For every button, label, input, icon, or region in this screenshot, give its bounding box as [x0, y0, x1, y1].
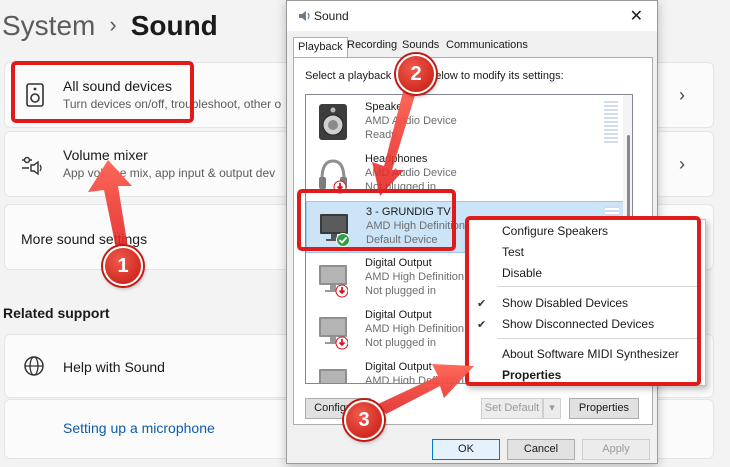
mixer-icon [22, 156, 42, 176]
speaker-icon [319, 104, 347, 140]
device-name: Speakers [365, 101, 412, 113]
setting-up-microphone-link[interactable]: Setting up a microphone [63, 420, 215, 436]
tab-playback[interactable]: Playback [293, 37, 348, 58]
device-name: Digital Output [365, 257, 432, 269]
monitor-icon [319, 265, 348, 298]
device-description: AMD High Definition Au [365, 375, 480, 384]
highlight-context-menu [465, 216, 701, 386]
close-icon[interactable]: ✕ [630, 6, 643, 26]
device-status: Ready [365, 129, 397, 141]
device-status: Not plugged in [365, 337, 436, 349]
annotation-badge-2: 2 [396, 54, 436, 94]
cancel-button[interactable]: Cancel [507, 439, 575, 460]
card-title: More sound settings [21, 231, 148, 247]
device-description: AMD High Definition Au [365, 323, 480, 335]
volume-meter [604, 101, 618, 145]
breadcrumb-current: Sound [130, 10, 218, 41]
device-name: Digital Output [365, 361, 432, 373]
set-default-button[interactable]: Set Default [481, 398, 543, 419]
sound-app-icon [299, 11, 310, 21]
properties-button[interactable]: Properties [569, 398, 639, 419]
annotation-badge-3: 3 [344, 400, 384, 440]
device-description: AMD Audio Device [365, 115, 457, 127]
tab-communications[interactable]: Communications [446, 39, 528, 51]
page-title: System › Sound [2, 10, 218, 42]
chevron-right-icon: › [679, 85, 685, 105]
dialog-titlebar[interactable]: Sound ✕ [287, 1, 657, 31]
monitor-icon [319, 317, 348, 350]
apply-button[interactable]: Apply [582, 439, 650, 460]
breadcrumb-separator: › [109, 12, 117, 37]
device-name: Headphones [365, 153, 428, 165]
tab-recording[interactable]: Recording [347, 39, 397, 51]
related-support-heading: Related support [3, 305, 110, 321]
device-item-speakers[interactable]: Speakers AMD Audio Device Ready [306, 97, 624, 149]
highlight-all-sound-devices [11, 61, 194, 123]
breadcrumb-system[interactable]: System [2, 10, 95, 41]
device-description: AMD High Definition Au [365, 271, 480, 283]
dialog-title: Sound [314, 9, 349, 23]
card-subtitle: App volume mix, app input & output dev [63, 166, 276, 180]
device-description: AMD Audio Device [365, 167, 457, 179]
monitor-icon [319, 369, 347, 383]
ok-button[interactable]: OK [432, 439, 500, 460]
annotation-badge-1: 1 [103, 246, 143, 286]
highlight-grundig-tv [297, 189, 456, 251]
globe-icon [24, 356, 44, 376]
set-default-dropdown[interactable]: ▾ [543, 398, 561, 419]
card-title: Help with Sound [63, 359, 165, 375]
chevron-right-icon: › [679, 154, 685, 174]
device-name: Digital Output [365, 309, 432, 321]
tab-sounds[interactable]: Sounds [402, 39, 439, 51]
card-title: Volume mixer [63, 147, 148, 163]
device-status: Not plugged in [365, 285, 436, 297]
